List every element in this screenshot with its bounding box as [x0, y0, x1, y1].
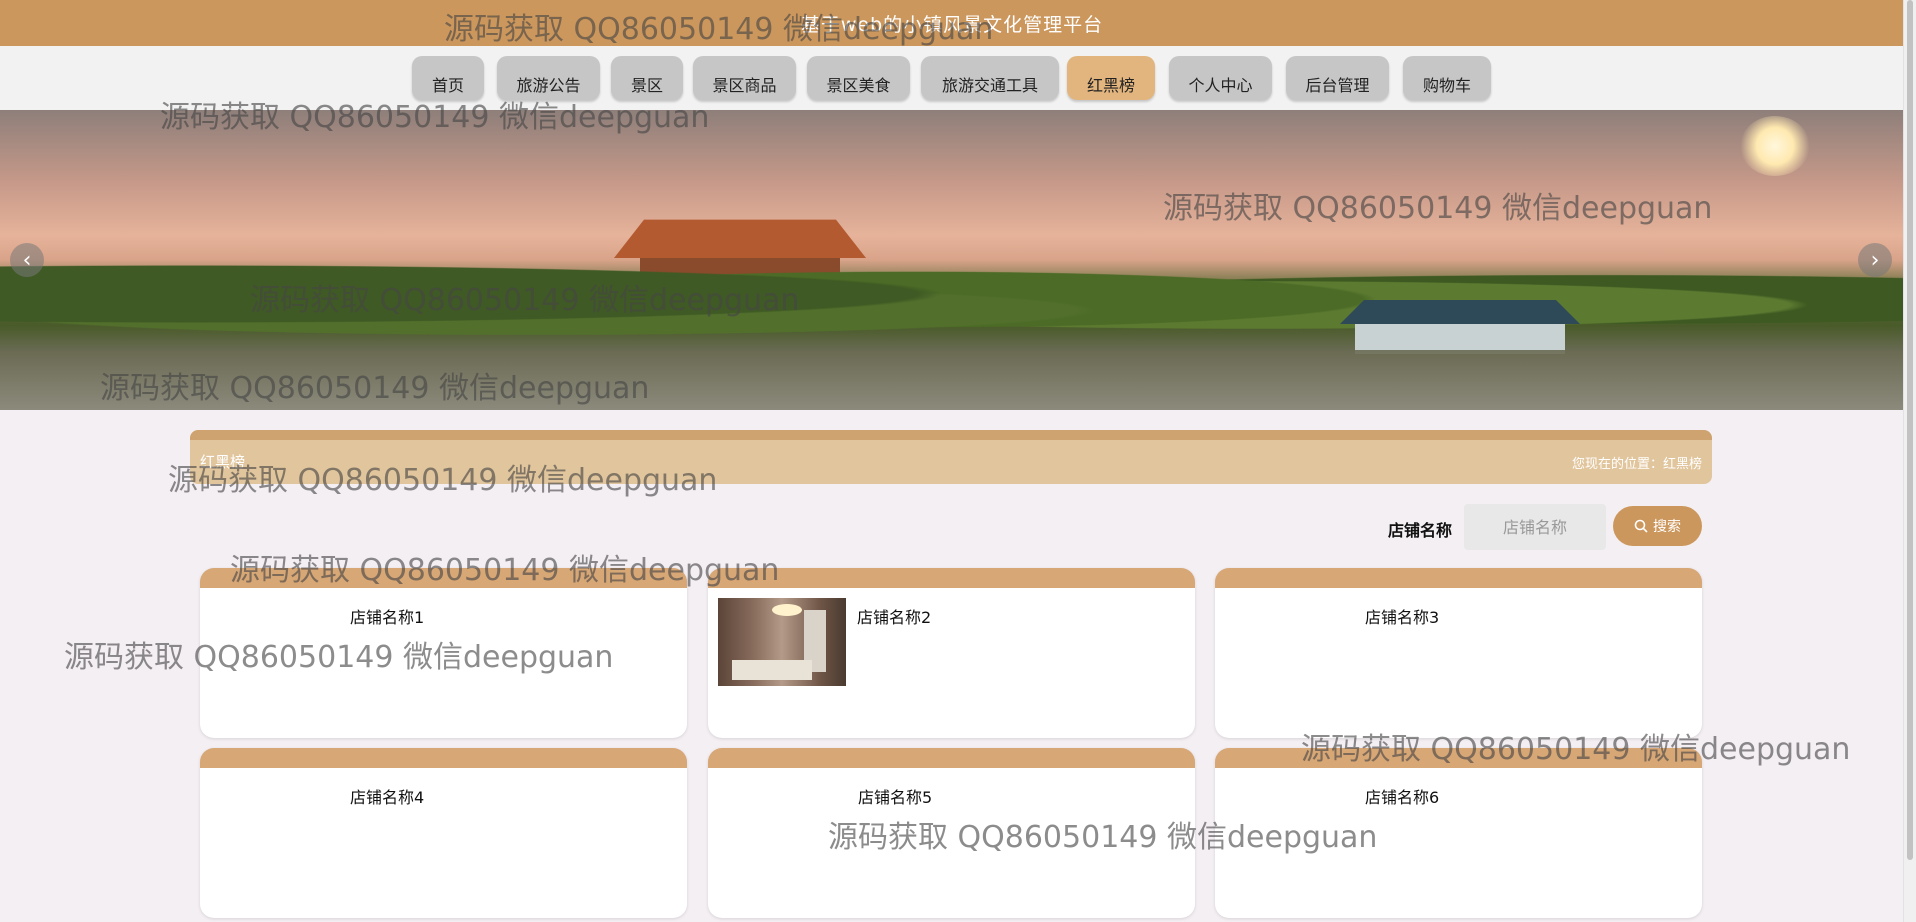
shop-card[interactable]: 店铺名称2: [708, 568, 1195, 738]
shop-name-search-input[interactable]: [1464, 504, 1606, 550]
nav-item-home[interactable]: 首页: [412, 56, 484, 100]
nav-item-transport[interactable]: 旅游交通工具: [921, 56, 1059, 100]
page-title: 红黑榜: [200, 453, 246, 471]
shop-card-name: 店铺名称1: [350, 608, 425, 627]
shop-card-image[interactable]: [718, 598, 846, 686]
banner-trees: [0, 250, 1904, 360]
shop-card[interactable]: 店铺名称6: [1215, 748, 1702, 918]
nav-item-scenic-areas[interactable]: 景区: [611, 56, 683, 100]
breadcrumb-location: 您现在的位置：红黑榜: [1571, 457, 1702, 472]
image-lamp: [772, 604, 802, 616]
search-button-label: 搜索: [1653, 519, 1681, 535]
page-scrollbar[interactable]: [1903, 0, 1916, 922]
search-button[interactable]: 搜索: [1613, 506, 1702, 546]
search-icon: [1634, 519, 1648, 533]
shop-card[interactable]: 店铺名称4: [200, 748, 687, 918]
nav-item-products[interactable]: 景区商品: [693, 56, 796, 100]
nav-item-admin[interactable]: 后台管理: [1286, 56, 1389, 100]
banner-sun: [1740, 116, 1810, 176]
banner-pavilion-roof: [1340, 300, 1580, 324]
scrollbar-thumb[interactable]: [1907, 0, 1913, 860]
shop-card-name: 店铺名称3: [1365, 608, 1440, 627]
nav-item-rankings[interactable]: 红黑榜: [1067, 56, 1155, 100]
shop-card[interactable]: 店铺名称1: [200, 568, 687, 738]
shop-card-name: 店铺名称4: [350, 788, 425, 807]
nav-item-cart[interactable]: 购物车: [1403, 56, 1491, 100]
shop-card-name: 店铺名称5: [858, 788, 933, 807]
shop-card[interactable]: 店铺名称3: [1215, 568, 1702, 738]
carousel-next-icon[interactable]: ›: [1858, 243, 1892, 277]
main-navigation: 首页 旅游公告 景区 景区商品 景区美食 旅游交通工具 红黑榜 个人中心 后台管…: [0, 46, 1904, 110]
nav-item-food[interactable]: 景区美食: [807, 56, 910, 100]
nav-item-personal-center[interactable]: 个人中心: [1169, 56, 1272, 100]
shop-card-name: 店铺名称6: [1365, 788, 1440, 807]
top-header-bar: 基于web的小镇风景文化管理平台: [0, 0, 1904, 46]
nav-item-announcements[interactable]: 旅游公告: [497, 56, 600, 100]
shop-card-name: 店铺名称2: [857, 608, 932, 627]
breadcrumb: 红黑榜 您现在的位置：红黑榜: [190, 430, 1712, 484]
image-bed: [732, 660, 812, 680]
carousel-banner[interactable]: [0, 110, 1904, 410]
carousel-prev-icon[interactable]: ‹: [10, 243, 44, 277]
search-label: 店铺名称: [1388, 521, 1453, 540]
banner-water: [0, 350, 1904, 410]
shop-card[interactable]: 店铺名称5: [708, 748, 1195, 918]
site-title: 基于web的小镇风景文化管理平台: [800, 14, 1104, 36]
